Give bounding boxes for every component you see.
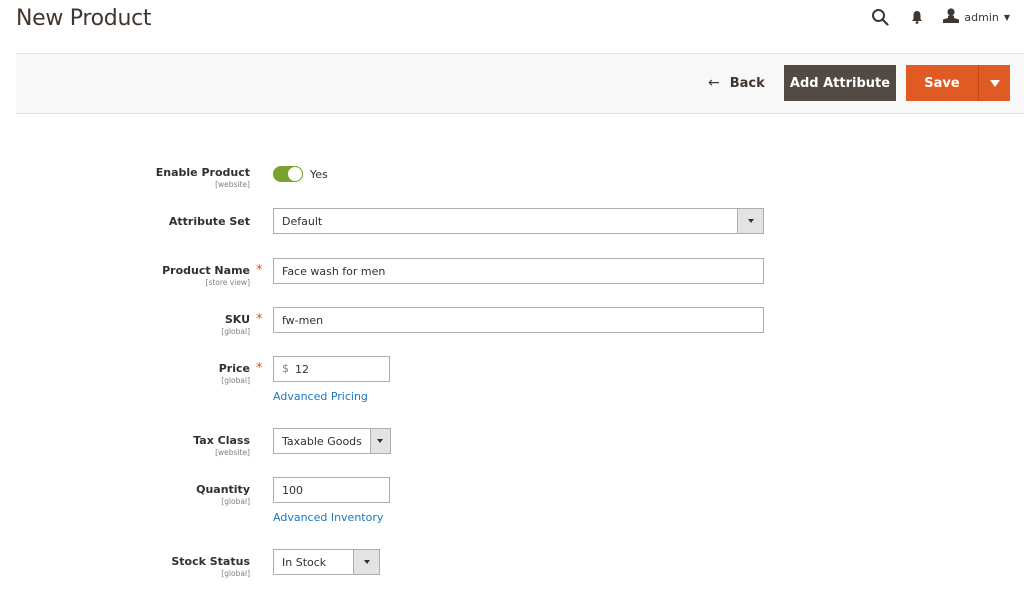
advanced-inventory-link[interactable]: Advanced Inventory [273, 511, 383, 524]
advanced-pricing-link[interactable]: Advanced Pricing [273, 390, 368, 403]
field-label: SKU [224, 313, 250, 326]
save-options-toggle[interactable] [978, 65, 1010, 101]
select-value: Default [282, 214, 323, 228]
user-icon [943, 7, 960, 27]
currency-symbol: $ [282, 362, 289, 375]
header-actions: admin ▼ [871, 6, 1010, 28]
chevron-down-icon [737, 209, 763, 233]
field-scope: [global] [221, 497, 250, 506]
field-scope: [website] [215, 448, 250, 457]
field-scope: [store view] [205, 278, 250, 287]
price-input[interactable] [273, 356, 390, 382]
save-button[interactable]: Save [906, 65, 978, 101]
field-scope: [global] [221, 569, 250, 578]
sku-input[interactable] [273, 307, 764, 333]
chevron-down-icon [353, 550, 379, 574]
caret-down-icon [989, 79, 1000, 87]
arrow-left-icon: ← [708, 75, 720, 91]
save-split-button: Save [906, 65, 1010, 101]
toggle-label: Yes [310, 167, 328, 181]
field-scope: [global] [221, 376, 250, 385]
required-indicator: * [256, 361, 263, 376]
field-price: Price [global] * $ Advanced Pricing [0, 356, 1024, 403]
back-button[interactable]: ← Back [708, 75, 765, 91]
field-scope: [website] [215, 180, 250, 189]
field-scope: [global] [221, 327, 250, 336]
stock-status-select[interactable]: In Stock [273, 549, 380, 575]
toggle-track [273, 166, 303, 182]
bell-icon[interactable] [911, 10, 923, 24]
back-label: Back [729, 75, 765, 91]
field-label: Stock Status [171, 555, 250, 568]
product-name-input[interactable] [273, 258, 764, 284]
field-label: Quantity [196, 483, 250, 496]
price-wrap: $ [273, 356, 390, 382]
page-actions-bar: ← Back Add Attribute Save [16, 53, 1024, 114]
field-label: Product Name [162, 264, 250, 277]
quantity-input[interactable] [273, 477, 390, 503]
field-label: Attribute Set [168, 215, 250, 228]
select-value: In Stock [282, 555, 327, 569]
field-label: Enable Product [155, 166, 250, 179]
user-menu[interactable]: admin ▼ [943, 7, 1010, 27]
enable-product-toggle[interactable]: Yes [273, 166, 328, 182]
required-indicator: * [256, 263, 263, 278]
chevron-down-icon [369, 429, 390, 453]
field-label: Price [218, 362, 250, 375]
field-label: Tax Class [193, 434, 250, 447]
required-indicator: * [256, 312, 263, 327]
search-icon[interactable] [871, 8, 889, 26]
attribute-set-select[interactable]: Default [273, 208, 764, 234]
chevron-down-icon: ▼ [1003, 12, 1010, 22]
select-value: Taxable Goods [282, 434, 362, 448]
add-attribute-button[interactable]: Add Attribute [784, 65, 896, 101]
user-name: admin [964, 10, 999, 24]
tax-class-select[interactable]: Taxable Goods [273, 428, 391, 454]
page-title: New Product [16, 6, 152, 31]
toggle-knob [287, 166, 303, 182]
